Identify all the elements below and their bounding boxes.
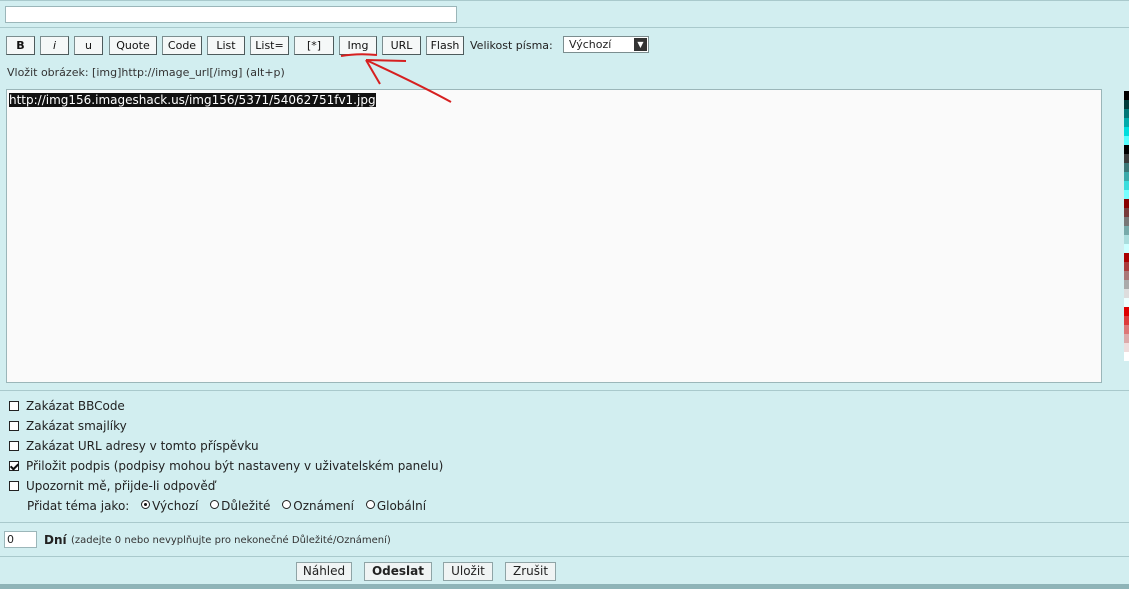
annotation-arrow-head [365,59,407,62]
annotation-underline [340,53,378,57]
annotation-arrow [340,53,452,103]
